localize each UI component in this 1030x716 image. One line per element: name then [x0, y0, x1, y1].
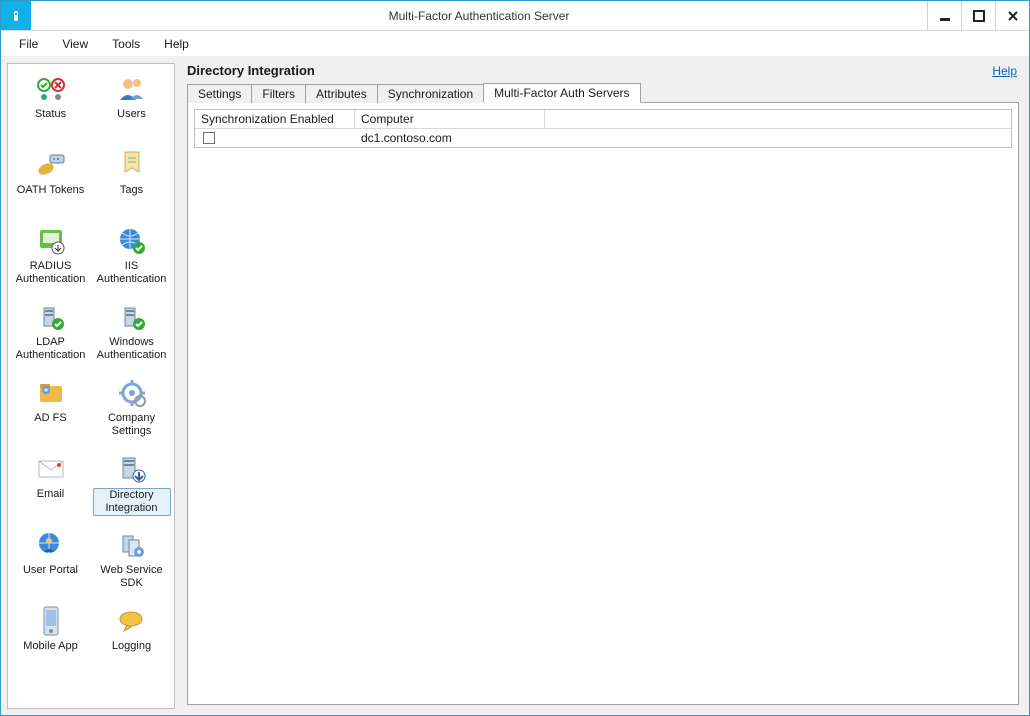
oath-tokens-icon [34, 148, 68, 182]
ldap-authentication-icon [34, 300, 68, 334]
sidebar-item-tags[interactable]: Tags [91, 146, 172, 222]
sidebar-item-web-service-sdk[interactable]: Web Service SDK [91, 526, 172, 602]
grid-body: dc1.contoso.com [195, 129, 1011, 147]
sidebar-item-email[interactable]: Email [10, 450, 91, 526]
sidebar: Status Users OATH Tokens Tags RADIUS Authent… [7, 63, 175, 709]
col-sync-enabled[interactable]: Synchronization Enabled [195, 110, 355, 129]
company-settings-icon [115, 376, 149, 410]
sidebar-item-mobile-app[interactable]: Mobile App [10, 602, 91, 678]
sidebar-item-label: Web Service SDK [93, 564, 171, 590]
window-title: Multi-Factor Authentication Server [31, 1, 927, 30]
sidebar-item-label: RADIUS Authentication [12, 260, 90, 286]
sidebar-item-directory-integration[interactable]: Directory Integration [91, 450, 172, 526]
mobile-app-icon [34, 604, 68, 638]
sidebar-item-status[interactable]: Status [10, 70, 91, 146]
sidebar-item-ldap-authentication[interactable]: LDAP Authentication [10, 298, 91, 374]
help-link[interactable]: Help [992, 64, 1017, 78]
radius-authentication-icon [34, 224, 68, 258]
sidebar-item-users[interactable]: Users [91, 70, 172, 146]
titlebar: Multi-Factor Authentication Server [1, 1, 1029, 31]
sidebar-item-iis-authentication[interactable]: IIS Authentication [91, 222, 172, 298]
tags-icon [115, 148, 149, 182]
sidebar-item-label: User Portal [23, 564, 78, 577]
minimize-button[interactable] [927, 1, 961, 30]
content-area: Status Users OATH Tokens Tags RADIUS Authent… [1, 57, 1029, 715]
cell-sync-enabled [195, 129, 355, 147]
sidebar-item-label: Mobile App [23, 640, 77, 653]
sync-enabled-checkbox[interactable] [203, 132, 215, 144]
page-header: Directory Integration Help [183, 63, 1023, 82]
sidebar-item-oath-tokens[interactable]: OATH Tokens [10, 146, 91, 222]
tab-multi-factor-auth-servers[interactable]: Multi-Factor Auth Servers [483, 83, 640, 103]
main-panel: Directory Integration Help SettingsFilte… [183, 63, 1023, 709]
windows-authentication-icon [115, 300, 149, 334]
sidebar-item-label: Email [37, 488, 65, 501]
tab-synchronization[interactable]: Synchronization [377, 84, 484, 103]
app-window: Multi-Factor Authentication Server File … [0, 0, 1030, 716]
col-spacer [545, 110, 1011, 129]
sidebar-item-label: Company Settings [93, 412, 171, 438]
status-icon [34, 72, 68, 106]
menu-help[interactable]: Help [154, 34, 199, 54]
user-portal-icon [34, 528, 68, 562]
tab-strip: SettingsFiltersAttributesSynchronization… [183, 82, 1023, 102]
sidebar-item-label: AD FS [34, 412, 66, 425]
col-computer[interactable]: Computer [355, 110, 545, 129]
sidebar-item-logging[interactable]: Logging [91, 602, 172, 678]
logging-icon [115, 604, 149, 638]
menubar: File View Tools Help [1, 31, 1029, 57]
web-service-sdk-icon [115, 528, 149, 562]
cell-computer: dc1.contoso.com [355, 129, 1011, 147]
ad-fs-icon [34, 376, 68, 410]
sidebar-item-company-settings[interactable]: Company Settings [91, 374, 172, 450]
sidebar-item-label: IIS Authentication [93, 260, 171, 286]
servers-grid: Synchronization Enabled Computer dc1.con… [194, 109, 1012, 148]
sidebar-item-label: Logging [112, 640, 151, 653]
sidebar-item-windows-authentication[interactable]: Windows Authentication [91, 298, 172, 374]
table-row[interactable]: dc1.contoso.com [195, 129, 1011, 147]
sidebar-item-label: LDAP Authentication [12, 336, 90, 362]
maximize-button[interactable] [961, 1, 995, 30]
page-title: Directory Integration [187, 63, 315, 78]
sidebar-item-ad-fs[interactable]: AD FS [10, 374, 91, 450]
tab-settings[interactable]: Settings [187, 84, 252, 103]
menu-tools[interactable]: Tools [102, 34, 150, 54]
close-button[interactable] [995, 1, 1029, 30]
iis-authentication-icon [115, 224, 149, 258]
sidebar-item-label: Windows Authentication [93, 336, 171, 362]
app-icon [1, 1, 31, 30]
sidebar-item-label: OATH Tokens [17, 184, 84, 197]
tab-attributes[interactable]: Attributes [305, 84, 378, 103]
sidebar-item-radius-authentication[interactable]: RADIUS Authentication [10, 222, 91, 298]
menu-file[interactable]: File [9, 34, 48, 54]
tab-filters[interactable]: Filters [251, 84, 306, 103]
directory-integration-icon [115, 452, 149, 486]
panel-filler [194, 148, 1012, 698]
sidebar-item-label: Status [35, 108, 66, 121]
sidebar-item-label: Directory Integration [93, 488, 171, 516]
email-icon [34, 452, 68, 486]
window-controls [927, 1, 1029, 30]
sidebar-item-label: Tags [120, 184, 143, 197]
grid-header: Synchronization Enabled Computer [195, 110, 1011, 129]
sidebar-item-label: Users [117, 108, 146, 121]
sidebar-item-user-portal[interactable]: User Portal [10, 526, 91, 602]
users-icon [115, 72, 149, 106]
menu-view[interactable]: View [52, 34, 98, 54]
tab-panel: Synchronization Enabled Computer dc1.con… [187, 102, 1019, 705]
